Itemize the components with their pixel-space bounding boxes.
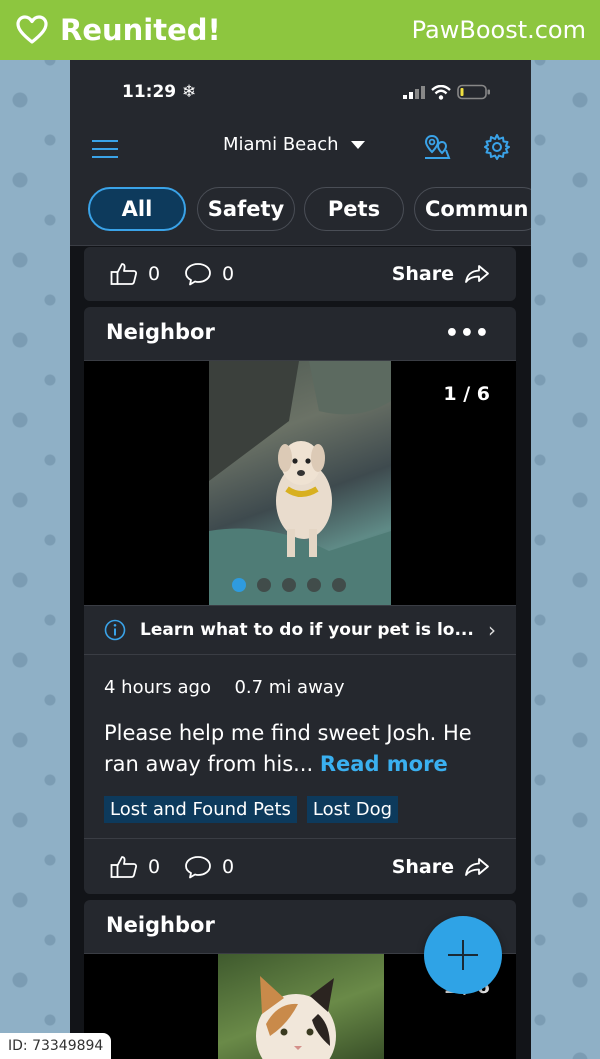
status-bar: 11:29 ❄	[70, 60, 531, 120]
post-distance: 0.7 mi away	[234, 677, 345, 698]
share-arrow-icon	[465, 265, 489, 283]
carousel-dot[interactable]	[282, 578, 296, 592]
tab-pets[interactable]: Pets	[304, 187, 404, 231]
carousel-dot[interactable]	[307, 578, 321, 592]
post-tags: Lost and Found Pets Lost Dog	[84, 780, 516, 823]
signal-icon	[403, 86, 425, 99]
carousel-dot[interactable]	[257, 578, 271, 592]
chevron-right-icon: ›	[488, 618, 496, 642]
info-icon	[104, 619, 126, 641]
reunited-banner: Reunited! PawBoost.com	[0, 0, 600, 60]
comment-button[interactable]: 0	[184, 247, 234, 301]
post-author: Neighbor	[106, 913, 215, 937]
category-tabs: All Safety Pets Commun	[70, 180, 531, 246]
like-button[interactable]: 0	[110, 839, 160, 894]
share-label: Share	[391, 263, 454, 285]
phone-screen: 11:29 ❄ Miami Beach All Safety Pets Comm…	[70, 60, 531, 1059]
tab-all[interactable]: All	[88, 187, 186, 231]
post-actions: 0 0 Share	[84, 247, 516, 301]
comment-button[interactable]: 0	[184, 839, 234, 894]
tab-safety[interactable]: Safety	[197, 187, 295, 231]
comment-bubble-icon	[185, 856, 211, 879]
learn-banner-text: Learn what to do if your pet is lo...	[140, 620, 474, 640]
tag-lost-and-found-pets[interactable]: Lost and Found Pets	[104, 796, 297, 823]
wifi-icon	[431, 84, 451, 100]
read-more-link[interactable]: Read more	[320, 752, 448, 776]
status-icons	[403, 84, 491, 100]
post-time: 4 hours ago	[104, 677, 211, 698]
settings-gear-icon[interactable]	[483, 133, 511, 161]
image-id-label: ID: 73349894	[0, 1033, 112, 1059]
heart-icon	[16, 15, 48, 44]
location-label: Miami Beach	[223, 134, 339, 155]
banner-left: Reunited!	[16, 13, 221, 47]
app-bar: Miami Beach	[70, 120, 531, 180]
comment-count: 0	[222, 263, 235, 285]
caret-down-icon	[350, 140, 365, 149]
cat-photo-illustration	[256, 976, 336, 1059]
photo-carousel[interactable]: 1 / 6	[84, 361, 516, 605]
learn-banner[interactable]: Learn what to do if your pet is lo... ›	[84, 605, 516, 655]
hamburger-menu-icon[interactable]	[92, 136, 118, 162]
status-time: 11:29 ❄	[122, 82, 197, 102]
banner-title: Reunited!	[60, 13, 221, 47]
battery-icon	[457, 84, 490, 100]
more-options-icon[interactable]: •••	[445, 321, 490, 346]
photo-counter: 1 / 6	[443, 383, 490, 405]
plus-icon	[448, 940, 478, 970]
map-pins-icon[interactable]	[423, 133, 451, 161]
post-meta: 4 hours ago 0.7 mi away	[84, 655, 516, 698]
location-selector[interactable]: Miami Beach	[223, 134, 365, 155]
tab-community[interactable]: Commun	[414, 187, 531, 231]
tag-lost-dog[interactable]: Lost Dog	[306, 796, 399, 823]
carousel-dot[interactable]	[232, 578, 246, 592]
snowflake-icon: ❄	[182, 82, 197, 102]
post-header: Neighbor •••	[84, 307, 516, 361]
share-label: Share	[391, 856, 454, 878]
post-card: Neighbor ••• 1 / 6 Learn what to do if y…	[84, 307, 516, 894]
dog-photo-illustration	[209, 361, 391, 605]
like-button[interactable]: 0	[110, 247, 160, 301]
share-arrow-icon	[465, 858, 489, 876]
share-button[interactable]: Share	[392, 247, 490, 301]
like-count: 0	[148, 263, 161, 285]
pet-photo[interactable]	[218, 954, 384, 1059]
comment-count: 0	[222, 856, 235, 878]
pet-photo[interactable]	[209, 361, 391, 605]
brand-name: PawBoost.com	[411, 16, 586, 44]
share-button[interactable]: Share	[392, 839, 490, 894]
carousel-dot[interactable]	[332, 578, 346, 592]
like-count: 0	[148, 856, 161, 878]
post-body: Please help me find sweet Josh. He ran a…	[84, 698, 516, 780]
carousel-dots	[232, 578, 346, 592]
post-actions: 0 0 Share	[84, 838, 516, 894]
post-author: Neighbor	[106, 320, 215, 344]
thumbs-up-icon	[110, 263, 138, 285]
comment-bubble-icon	[185, 263, 211, 286]
thumbs-up-icon	[110, 856, 138, 878]
add-post-button[interactable]	[424, 916, 502, 994]
previous-post-card: 0 0 Share	[84, 247, 516, 301]
